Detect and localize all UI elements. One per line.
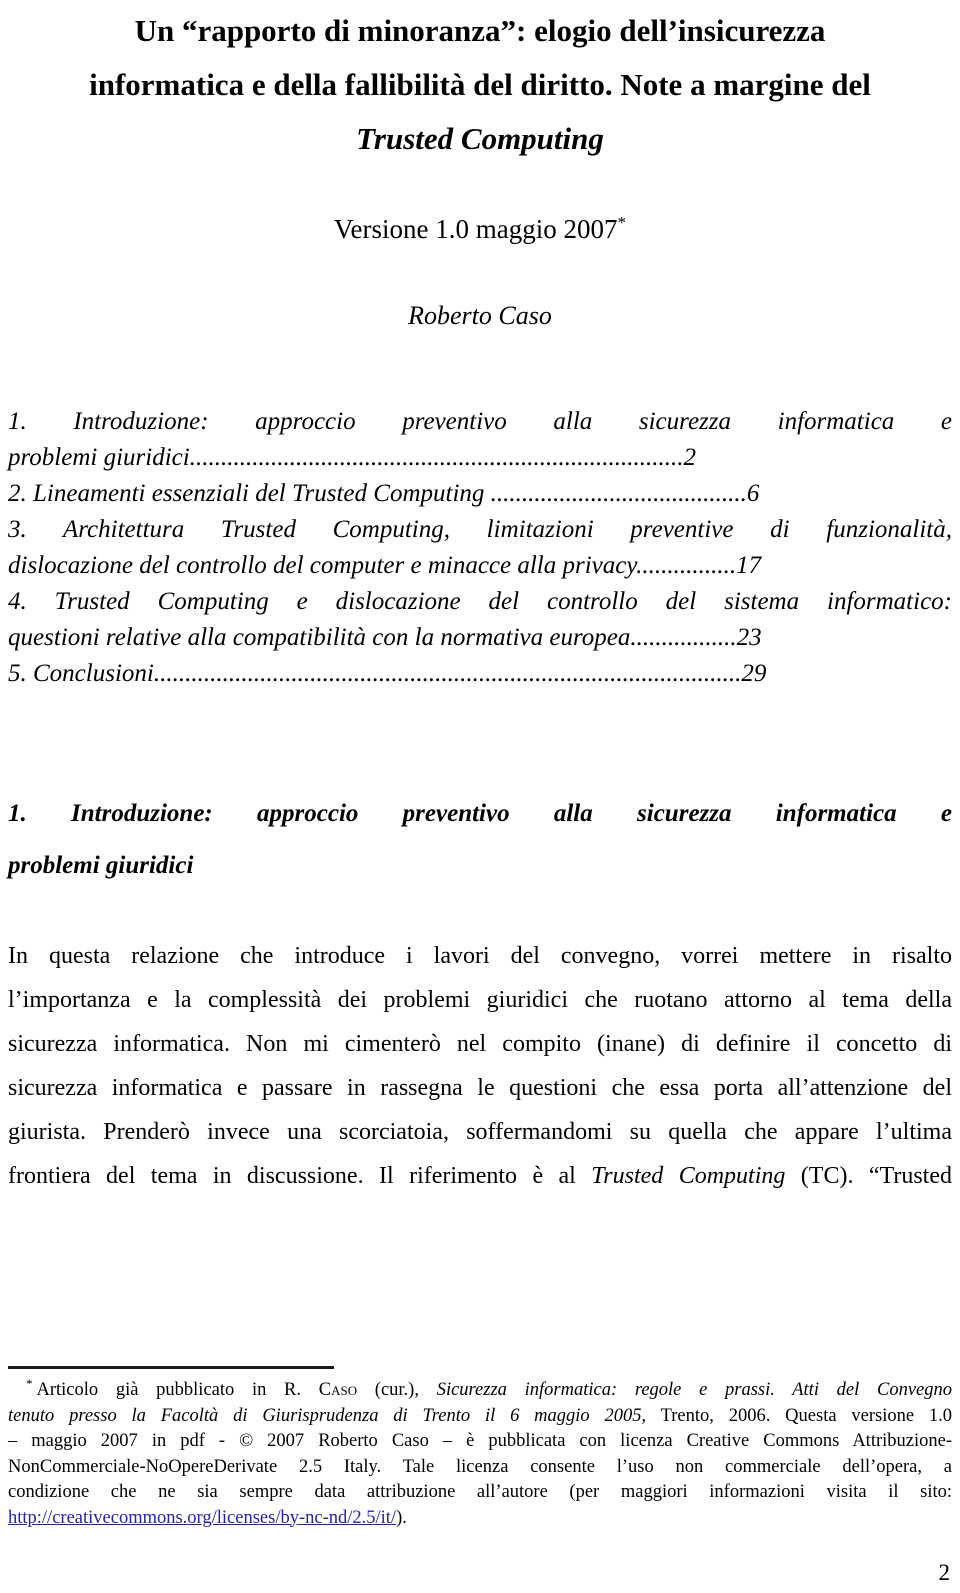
footnote-line-1-b: (cur.), [357,1380,437,1400]
toc-item-1-leader: ........................................… [189,444,684,471]
table-of-contents: 1. Introduzione: approccio preventivo al… [8,336,952,692]
version-footnote-marker: * [617,213,626,232]
toc-item-2-page: 6 [746,480,760,507]
section-heading: 1. Introduzione: approccio preventivo al… [8,692,952,892]
version-line: Versione 1.0 maggio 2007* [8,166,952,249]
toc-item-1-page: 2 [683,444,696,471]
page-title: Un “rapporto di minoranza”: elogio dell’… [8,0,952,166]
version-text: Versione 1.0 maggio 2007 [334,214,618,244]
footnote-line-6: http://creativecommons.org/licenses/by-n… [8,1506,952,1532]
body-paragraph: In questa relazione che introduce i lavo… [8,892,952,1198]
toc-item-4-page: 23 [736,624,762,651]
footnote-area: * Articolo già pubblicato in R. Caso (cur… [8,1366,952,1531]
footnote-line-5: condizione che ne sia sempre data attrib… [8,1482,952,1502]
page-content: Un “rapporto di minoranza”: elogio dell’… [8,0,952,1198]
body-line-1: In questa relazione che introduce i lavo… [8,943,952,969]
toc-item-3[interactable]: 3. Architettura Trusted Computing, limit… [8,512,952,584]
section-heading-line-1: 1. Introduzione: approccio preventivo al… [8,800,952,827]
toc-item-5-page: 29 [741,660,767,687]
body-line-5: giurista. Prenderò invece una scorciatoi… [8,1119,952,1145]
footnote-line-4: NonCommerciale-NoOpereDerivate 2.5 Italy… [8,1456,952,1477]
footnote-text: * Articolo già pubblicato in R. Caso (cur… [8,1375,952,1532]
footnote-line-1-italic: Sicurezza informatica: regole e prassi. … [436,1380,952,1400]
toc-item-1[interactable]: 1. Introduzione: approccio preventivo al… [8,404,952,476]
footnote-line-2-italic: tenuto presso la Facoltà di Giurispruden… [8,1405,642,1426]
toc-item-4-line2: questioni relative alla compatibilità co… [8,624,631,651]
title-line-2: informatica e della fallibilità del diri… [89,67,871,102]
footnote-line-3: – maggio 2007 in pdf - © 2007 Roberto Ca… [8,1431,952,1451]
toc-item-3-page: 17 [736,552,762,579]
title-line-1: Un “rapporto di minoranza”: elogio dell’… [134,13,826,48]
footnote-line-6-tail: ). [396,1507,407,1528]
toc-item-4-leader: ................. [630,624,737,651]
body-line-3: sicurezza informatica. Non mi cimenterò … [8,1031,952,1057]
footnote-separator-rule [8,1366,334,1369]
document-page: Un “rapporto di minoranza”: elogio dell’… [0,0,960,1593]
toc-item-2-line2: 2. Lineamenti essenziali del Trusted Com… [8,480,485,507]
body-line-6-italic-term: Trusted Computing [591,1163,786,1189]
body-line-4: sicurezza informatica e passare in rasse… [8,1075,952,1101]
toc-item-5[interactable]: 5. Conclusioni..........................… [8,656,952,692]
toc-item-2-leader: ........................................… [484,480,747,507]
footnote-line-1-a: Articolo già pubblicato in R. [36,1380,319,1400]
footnote-marker: * [26,1375,33,1391]
toc-item-3-line2: dislocazione del controllo del computer … [8,552,637,579]
toc-item-4-line1: 4. Trusted Computing e dislocazione del … [8,588,952,615]
toc-item-3-line1: 3. Architettura Trusted Computing, limit… [8,516,952,543]
body-line-6-post: (TC). “Trusted [785,1163,952,1189]
footnote-line-2-rest: , Trento, 2006. Questa versione 1.0 [641,1405,953,1426]
toc-item-2[interactable]: 2. Lineamenti essenziali del Trusted Com… [8,476,952,512]
body-line-2: l’importanza e la complessità dei proble… [8,987,952,1013]
page-number: 2 [938,1560,951,1585]
body-line-6: frontiera del tema in discussione. Il ri… [8,1154,952,1198]
section-heading-line-2: problemi giuridici [8,852,194,879]
toc-item-1-line2: problemi giuridici [8,444,190,471]
toc-item-3-leader: ................ [636,552,737,579]
footnote-author-smallcaps: Caso [318,1380,358,1400]
footnote-line-2: tenuto presso la Facoltà di Giurispruden… [8,1404,952,1430]
title-line-3-italic: Trusted Computing [356,121,604,156]
author-line: Roberto Caso [408,301,552,330]
toc-item-1-line1: 1. Introduzione: approccio preventivo al… [8,408,952,435]
toc-item-5-line2: 5. Conclusioni [8,660,154,687]
creative-commons-license-link[interactable]: http://creativecommons.org/licenses/by-n… [8,1508,396,1528]
footnote-line-1: * Articolo già pubblicato in R. Caso (cur… [8,1375,952,1404]
body-line-6-pre: frontiera del tema in discussione. Il ri… [8,1163,592,1189]
toc-item-5-leader: ........................................… [153,660,742,687]
toc-item-4[interactable]: 4. Trusted Computing e dislocazione del … [8,584,952,656]
